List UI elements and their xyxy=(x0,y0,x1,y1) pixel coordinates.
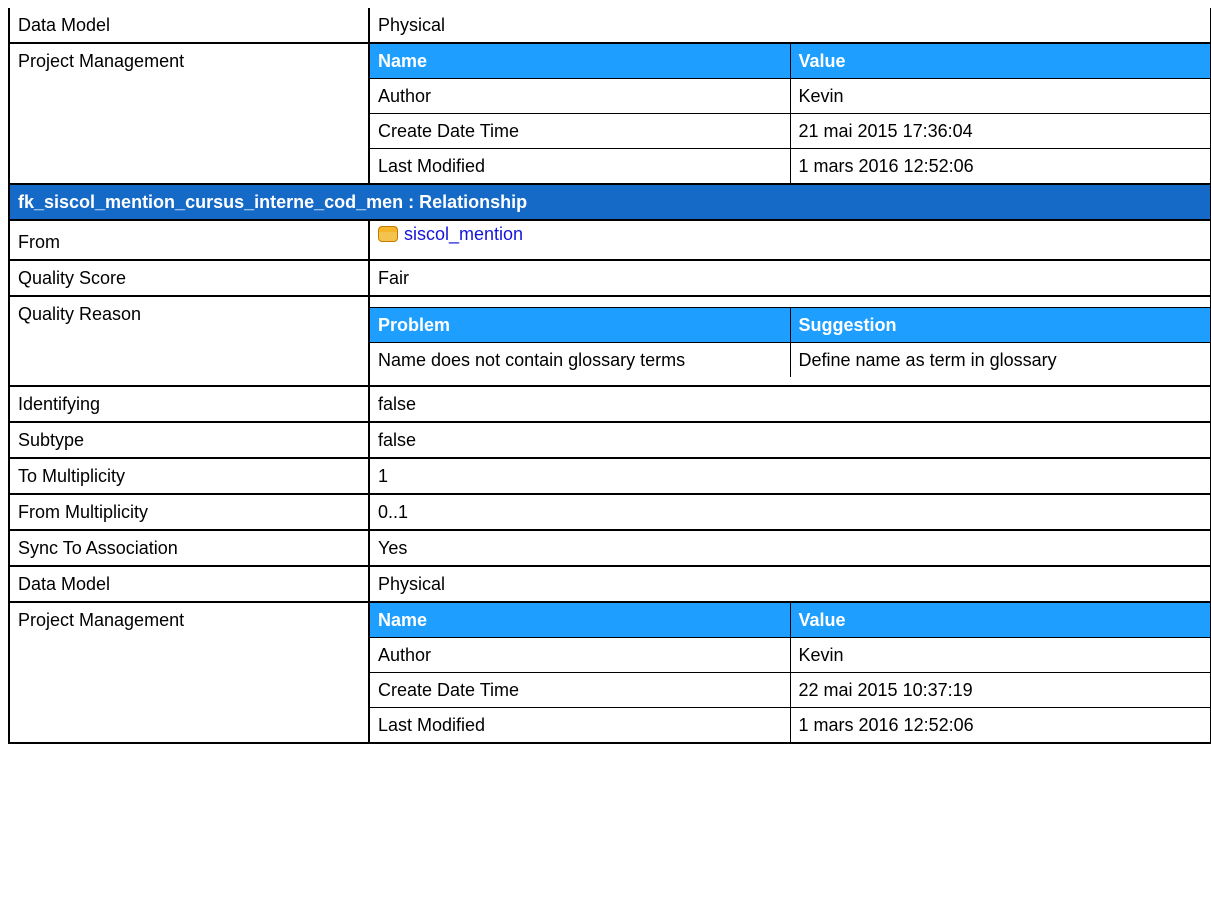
relationship-section-header: fk_siscol_mention_cursus_interne_cod_men… xyxy=(8,183,1211,219)
cell: Create Date Time xyxy=(370,672,791,708)
row-value: Yes xyxy=(378,538,408,558)
table-row: Last Modified 1 mars 2016 12:52:06 xyxy=(370,707,1210,742)
col-header: Name xyxy=(370,603,791,638)
row-from-multiplicity: From Multiplicity 0..1 xyxy=(8,493,1211,529)
row-label: Quality Reason xyxy=(10,297,370,385)
col-header: Name xyxy=(370,44,791,79)
row-label: Data Model xyxy=(10,567,370,601)
row-data-model-2: Data Model Physical xyxy=(8,565,1211,601)
row-value: Fair xyxy=(378,268,409,288)
project-management-table: Name Value Author Kevin Create Date Time 21… xyxy=(370,44,1210,183)
col-header: Suggestion xyxy=(789,307,1210,343)
row-quality-reason: Quality Reason Problem Suggestion Name do… xyxy=(8,295,1211,385)
row-label: Quality Score xyxy=(10,261,370,295)
row-from: From siscol_mention xyxy=(8,219,1211,259)
cell: Create Date Time xyxy=(370,113,791,149)
row-label: To Multiplicity xyxy=(10,459,370,493)
row-label: Project Management xyxy=(10,44,370,183)
col-header: Problem xyxy=(370,307,791,343)
row-value: false xyxy=(378,430,417,450)
cell: 1 mars 2016 12:52:06 xyxy=(789,707,1210,742)
table-icon xyxy=(378,226,398,242)
col-header: Value xyxy=(789,603,1210,638)
row-value: 0..1 xyxy=(378,502,409,522)
row-label: Project Management xyxy=(10,603,370,742)
table-row: Create Date Time 22 mai 2015 10:37:19 xyxy=(370,672,1210,708)
cell: Name does not contain glossary terms xyxy=(370,342,791,377)
row-label: From Multiplicity xyxy=(10,495,370,529)
row-data-model: Data Model Physical xyxy=(8,8,1211,42)
row-value: 1 xyxy=(378,466,389,486)
row-subtype: Subtype false xyxy=(8,421,1211,457)
cell: Last Modified xyxy=(370,707,791,742)
row-value: false xyxy=(378,394,417,414)
row-sync-to-association: Sync To Association Yes xyxy=(8,529,1211,565)
row-project-management-2: Project Management Name Value Author Kevin… xyxy=(8,601,1211,744)
cell: Author xyxy=(370,78,791,114)
cell: Kevin xyxy=(789,78,1210,114)
row-label: Data Model xyxy=(10,8,370,42)
table-row: Create Date Time 21 mai 2015 17:36:04 xyxy=(370,113,1210,149)
project-management-table: Name Value Author Kevin Create Date Time 22… xyxy=(370,603,1210,742)
cell: 1 mars 2016 12:52:06 xyxy=(789,148,1210,183)
table-row: Name does not contain glossary terms Defi… xyxy=(370,342,1210,377)
table-row: Last Modified 1 mars 2016 12:52:06 xyxy=(370,148,1210,183)
cell: Define name as term in glossary xyxy=(789,342,1210,377)
row-quality-score: Quality Score Fair xyxy=(8,259,1211,295)
from-entity-link[interactable]: siscol_mention xyxy=(378,223,1202,245)
table-row: Author Kevin xyxy=(370,78,1210,114)
row-project-management: Project Management Name Value Author Kevin… xyxy=(8,42,1211,183)
quality-reason-table: Problem Suggestion Name does not contain … xyxy=(370,307,1210,377)
table-row: Author Kevin xyxy=(370,637,1210,673)
cell: Kevin xyxy=(789,637,1210,673)
row-to-multiplicity: To Multiplicity 1 xyxy=(8,457,1211,493)
row-label: From xyxy=(10,221,370,259)
row-label: Identifying xyxy=(10,387,370,421)
row-value: Physical xyxy=(378,15,446,35)
cell: 22 mai 2015 10:37:19 xyxy=(789,672,1210,708)
row-identifying: Identifying false xyxy=(8,385,1211,421)
cell: Author xyxy=(370,637,791,673)
cell: Last Modified xyxy=(370,148,791,183)
report-table: Data Model Physical Project Management N… xyxy=(8,8,1211,744)
cell: 21 mai 2015 17:36:04 xyxy=(789,113,1210,149)
row-label: Subtype xyxy=(10,423,370,457)
row-value: Physical xyxy=(378,574,446,594)
col-header: Value xyxy=(789,44,1210,79)
row-label: Sync To Association xyxy=(10,531,370,565)
